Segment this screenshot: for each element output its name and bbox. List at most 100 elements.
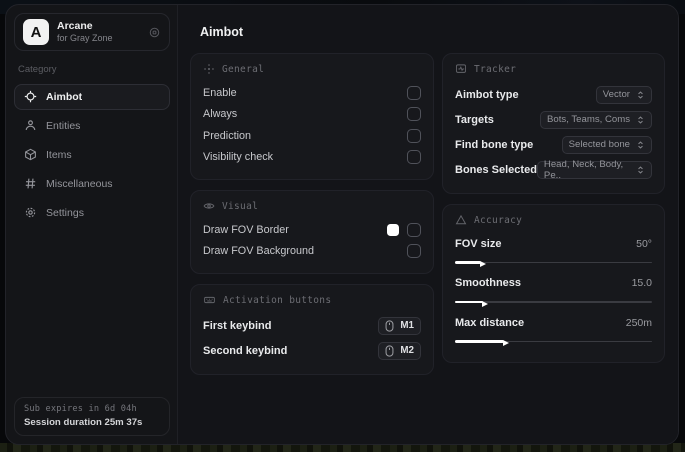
sidebar-item-settings[interactable]: Settings xyxy=(14,200,170,226)
setting-row-draw-fov-border: Draw FOV Border xyxy=(203,219,421,241)
sidebar-item-label: Settings xyxy=(46,206,84,219)
sidebar: A Arcane for Gray Zone Category Aimbot E… xyxy=(6,5,178,444)
setting-row-enable: Enable xyxy=(203,82,421,104)
draw-fov-border-checkbox[interactable] xyxy=(407,222,421,237)
setting-label: Bones Selected xyxy=(455,163,537,176)
setting-row-draw-fov-background: Draw FOV Background xyxy=(203,241,421,263)
slider-thumb[interactable] xyxy=(481,300,488,307)
setting-label: Second keybind xyxy=(203,344,288,357)
gear-icon xyxy=(24,206,37,219)
fov-size-slider-group: FOV size 50° xyxy=(455,233,652,267)
setting-row-find-bone-type: Find bone type Selected bone xyxy=(455,132,652,157)
select-value: Selected bone xyxy=(568,139,630,150)
setting-row-visibility-check: Visibility check xyxy=(203,147,421,169)
sidebar-item-miscellaneous[interactable]: Miscellaneous xyxy=(14,171,170,197)
sidebar-item-entities[interactable]: Entities xyxy=(14,113,170,139)
hash-icon xyxy=(24,177,37,190)
first-keybind-button[interactable]: M1 xyxy=(378,316,421,335)
brand-subtitle: for Gray Zone xyxy=(57,32,113,43)
visual-card: Visual Draw FOV Border Draw FOV Backgrou… xyxy=(190,190,434,274)
prediction-checkbox[interactable] xyxy=(407,128,421,143)
section-title: Visual xyxy=(222,200,259,212)
person-icon xyxy=(24,119,37,132)
section-title: General xyxy=(222,63,265,75)
slider-value: 15.0 xyxy=(631,277,652,290)
sidebar-item-aimbot[interactable]: Aimbot xyxy=(14,83,170,110)
subscription-card: Sub expires in 6d 04h Session duration 2… xyxy=(14,397,170,436)
sidebar-item-label: Miscellaneous xyxy=(46,177,113,190)
smoothness-slider[interactable] xyxy=(455,298,652,307)
sub-expiry-text: Sub expires in 6d 04h xyxy=(24,404,137,414)
slider-label: Smoothness xyxy=(455,277,522,290)
session-duration-text: Session duration 25m 37s xyxy=(24,417,143,428)
slider-label: FOV size xyxy=(455,237,502,250)
setting-label: Find bone type xyxy=(455,138,534,151)
slider-value: 250m xyxy=(625,316,652,329)
slider-thumb[interactable] xyxy=(503,340,510,346)
smoothness-slider-group: Smoothness 15.0 xyxy=(455,273,652,307)
setting-row-first-keybind: First keybind M1 xyxy=(203,313,421,338)
setting-label: Enable xyxy=(203,86,237,99)
setting-row-always: Always xyxy=(203,104,421,126)
tracker-card: Tracker Aimbot type Vector Targets Bots,… xyxy=(442,53,665,194)
fov-size-slider[interactable] xyxy=(455,259,652,267)
slider-thumb[interactable] xyxy=(479,261,486,267)
brand-logo: A xyxy=(23,19,49,45)
general-card: General Enable Always Prediction Visibil… xyxy=(190,53,434,180)
max-distance-slider[interactable] xyxy=(455,338,652,346)
sidebar-item-label: Entities xyxy=(46,119,81,132)
mouse-icon xyxy=(385,319,394,332)
category-label: Category xyxy=(18,64,57,75)
accuracy-card: Accuracy FOV size 50° Smoothness 15.0 Ma… xyxy=(442,204,665,363)
second-keybind-button[interactable]: M2 xyxy=(378,341,421,360)
setting-label: Targets xyxy=(455,113,494,126)
setting-label: Visibility check xyxy=(203,151,274,164)
find-bone-type-select[interactable]: Selected bone xyxy=(561,135,652,154)
chevron-up-down-icon xyxy=(636,140,645,150)
max-distance-slider-group: Max distance 250m xyxy=(455,312,652,346)
slider-value: 50° xyxy=(636,237,652,250)
section-title: Accuracy xyxy=(474,214,523,226)
keybind-value: M2 xyxy=(400,345,414,356)
select-value: Head, Neck, Body, Pe.. xyxy=(543,158,624,181)
activation-card: Activation buttons First keybind M1 Seco… xyxy=(190,284,434,375)
target-circle-icon[interactable] xyxy=(148,26,161,39)
setting-label: Always xyxy=(203,108,238,121)
page-title: Aimbot xyxy=(200,25,244,39)
enable-checkbox[interactable] xyxy=(407,85,421,100)
setting-row-targets: Targets Bots, Teams, Coms xyxy=(455,107,652,132)
keybind-value: M1 xyxy=(400,320,414,331)
sidebar-item-items[interactable]: Items xyxy=(14,142,170,168)
select-value: Bots, Teams, Coms xyxy=(547,114,630,125)
visibility-check-checkbox[interactable] xyxy=(407,150,421,165)
aimbot-type-select[interactable]: Vector xyxy=(595,85,652,104)
slider-label: Max distance xyxy=(455,316,525,329)
chevron-up-down-icon xyxy=(636,165,645,175)
brand-name: Arcane xyxy=(57,20,93,33)
section-title: Activation buttons xyxy=(223,294,332,306)
select-value: Vector xyxy=(602,89,630,100)
triangle-icon xyxy=(455,214,467,226)
setting-row-prediction: Prediction xyxy=(203,125,421,147)
setting-row-bones-selected: Bones Selected Head, Neck, Body, Pe.. xyxy=(455,157,652,182)
sidebar-item-label: Aimbot xyxy=(46,90,83,103)
setting-label: Prediction xyxy=(203,129,252,142)
always-checkbox[interactable] xyxy=(407,107,421,122)
chevron-up-down-icon xyxy=(636,115,645,125)
main-content: Aimbot General Enable Always Prediction … xyxy=(178,5,678,444)
setting-row-second-keybind: Second keybind M2 xyxy=(203,338,421,363)
targets-select[interactable]: Bots, Teams, Coms xyxy=(540,110,652,129)
sidebar-item-label: Items xyxy=(46,148,72,161)
cube-icon xyxy=(24,148,37,161)
app-window: A Arcane for Gray Zone Category Aimbot E… xyxy=(5,4,679,445)
bones-selected-select[interactable]: Head, Neck, Body, Pe.. xyxy=(536,158,652,181)
setting-row-aimbot-type: Aimbot type Vector xyxy=(455,82,652,107)
setting-label: Aimbot type xyxy=(455,88,519,101)
fov-border-color-swatch[interactable] xyxy=(387,223,399,236)
setting-label: Draw FOV Border xyxy=(203,223,289,236)
setting-label: First keybind xyxy=(203,319,272,332)
draw-fov-background-checkbox[interactable] xyxy=(407,244,421,259)
section-title: Tracker xyxy=(474,63,517,75)
monitor-pulse-icon xyxy=(455,63,467,75)
brand-card: A Arcane for Gray Zone xyxy=(14,13,170,51)
